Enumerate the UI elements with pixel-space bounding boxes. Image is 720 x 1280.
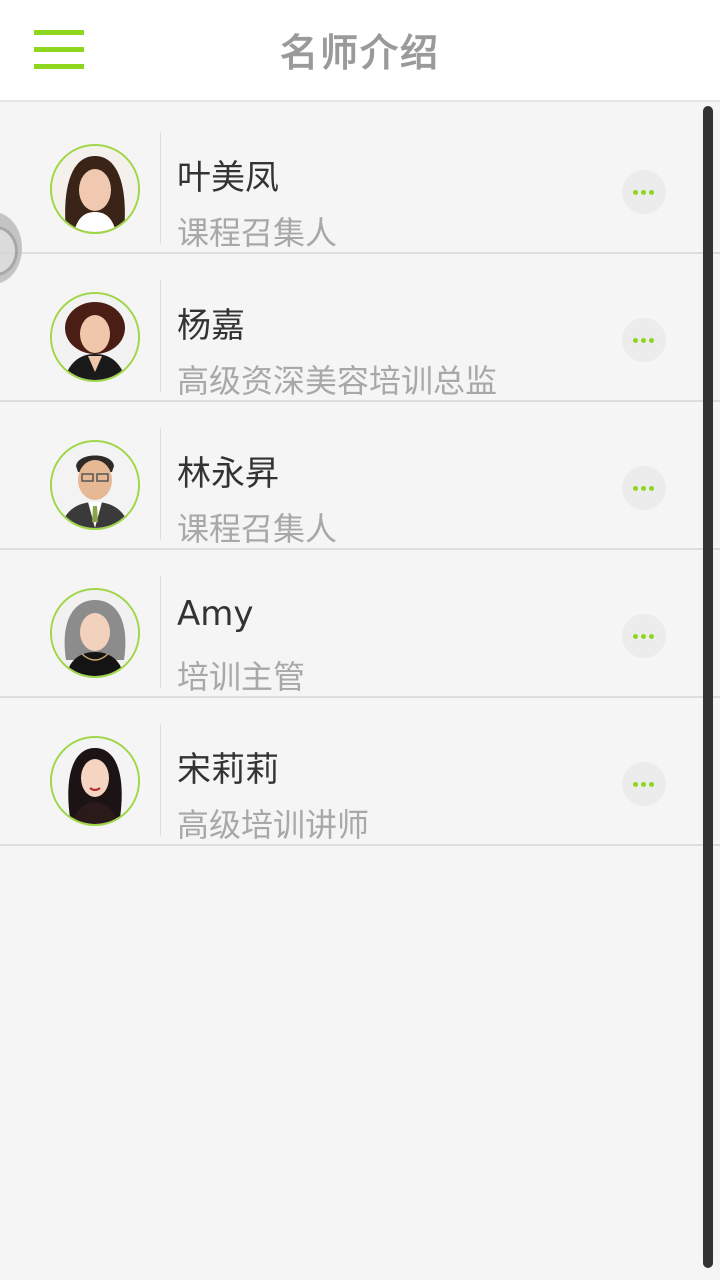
row-divider xyxy=(160,428,161,540)
teacher-role: 课程召集人 xyxy=(177,510,338,548)
avatar xyxy=(50,292,140,382)
more-dots-icon[interactable] xyxy=(622,614,666,658)
teacher-role: 培训主管 xyxy=(177,658,306,696)
teacher-name: 林永昇 xyxy=(177,454,279,494)
row-divider xyxy=(160,576,161,688)
teacher-name: 叶美凤 xyxy=(177,158,279,198)
list-item[interactable]: 宋莉莉 高级培训讲师 xyxy=(0,698,720,846)
more-dots-icon[interactable] xyxy=(622,170,666,214)
more-dots-icon[interactable] xyxy=(622,466,666,510)
more-dots-icon[interactable] xyxy=(622,318,666,362)
teacher-role: 课程召集人 xyxy=(177,214,338,252)
teacher-role: 高级培训讲师 xyxy=(177,806,370,844)
avatar xyxy=(50,440,140,530)
teacher-name: 杨嘉 xyxy=(177,306,245,346)
row-divider xyxy=(160,132,161,244)
app-header: 名师介绍 xyxy=(0,0,720,102)
list-item[interactable]: 叶美凤 课程召集人 xyxy=(0,106,720,254)
row-divider xyxy=(160,280,161,392)
list-item[interactable]: 林永昇 课程召集人 xyxy=(0,402,720,550)
row-divider xyxy=(160,724,161,836)
avatar xyxy=(50,144,140,234)
scrollbar[interactable] xyxy=(703,106,713,1268)
avatar xyxy=(50,588,140,678)
list-item[interactable]: Amy 培训主管 xyxy=(0,550,720,698)
more-dots-icon[interactable] xyxy=(622,762,666,806)
page-title: 名师介绍 xyxy=(279,31,440,75)
teacher-role: 高级资深美容培训总监 xyxy=(177,362,498,400)
list-item[interactable]: 杨嘉 高级资深美容培训总监 xyxy=(0,254,720,402)
teacher-list: 叶美凤 课程召集人 杨嘉 高级资深美容培训总监 林永昇 课程召集人 Amy 培训… xyxy=(0,106,720,846)
teacher-name: Amy xyxy=(177,594,254,634)
teacher-name: 宋莉莉 xyxy=(177,750,279,790)
avatar xyxy=(50,736,140,826)
